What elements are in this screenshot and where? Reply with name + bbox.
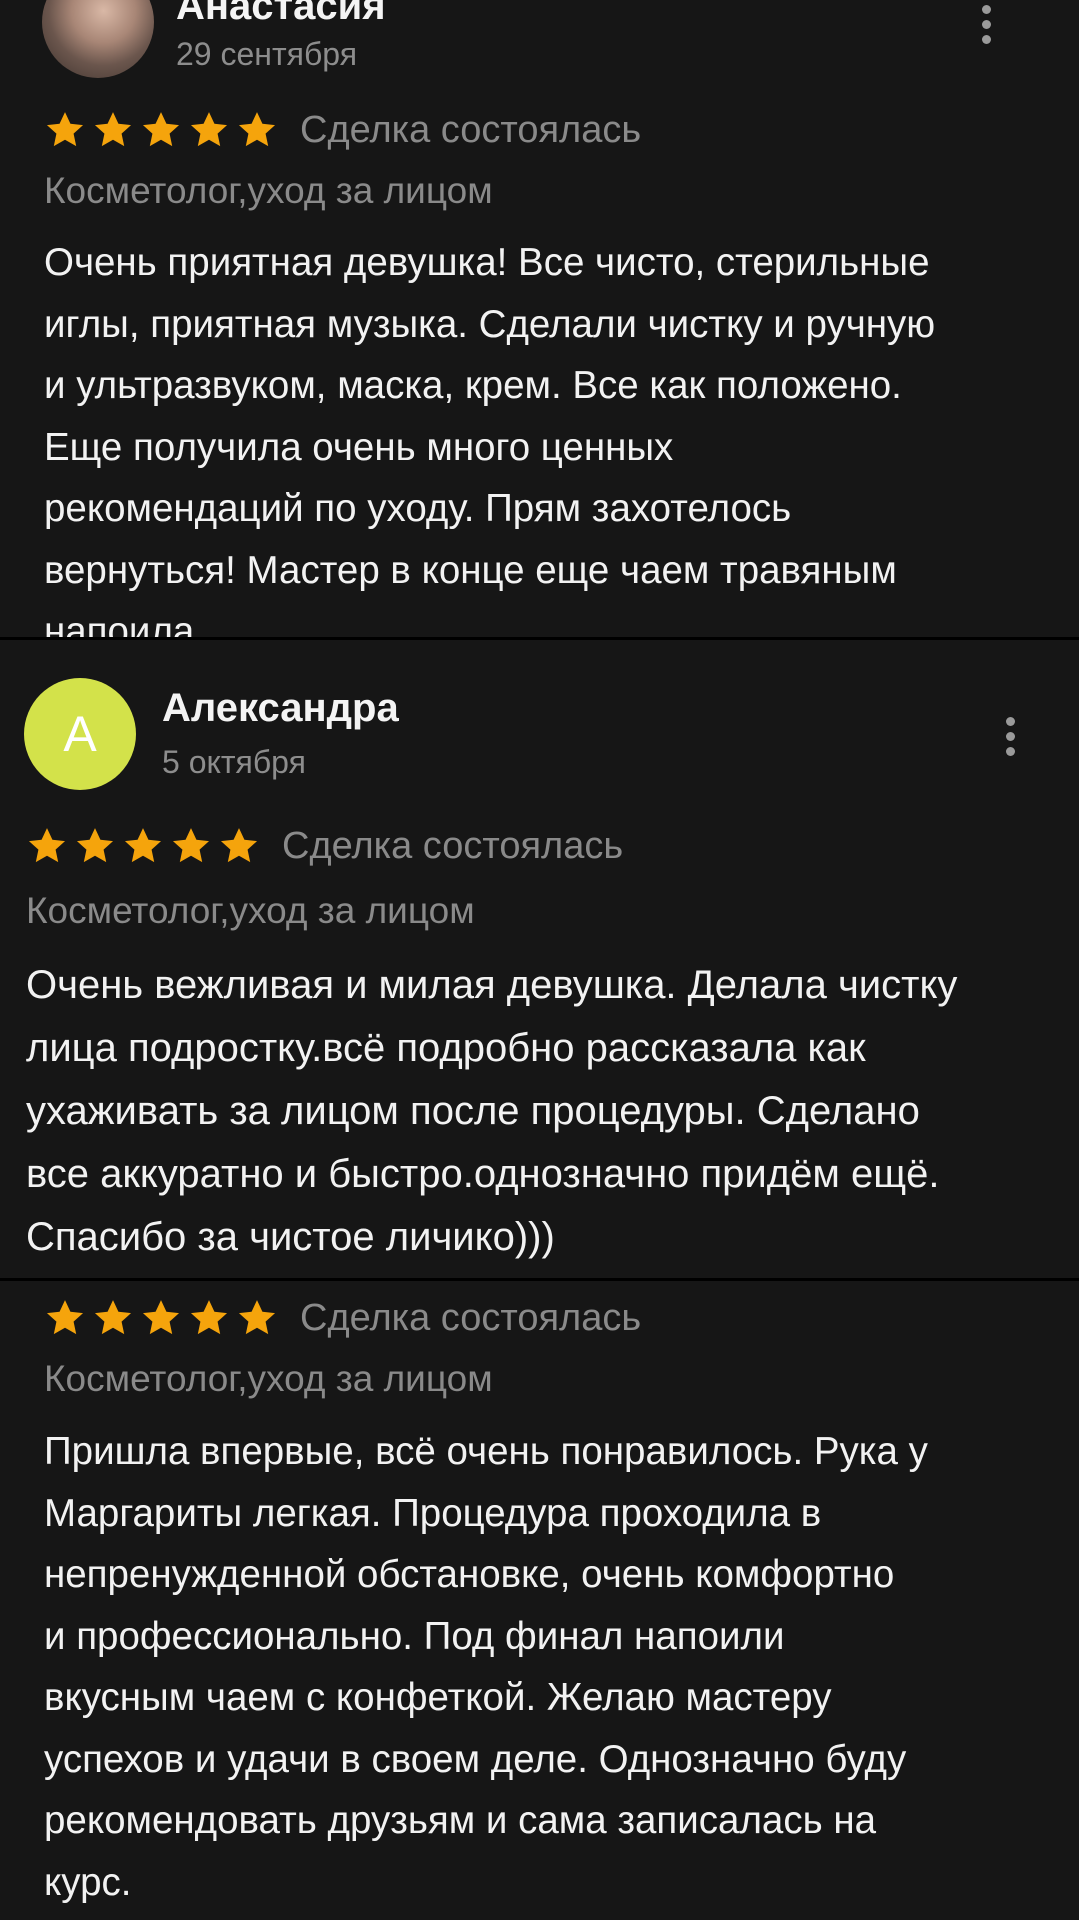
star-rating bbox=[44, 1297, 278, 1339]
review-text-line: вернуться! Мастер в конце еще чаем травя… bbox=[44, 548, 897, 592]
review-text-line: непренужденной обстановке, очень комфорт… bbox=[44, 1553, 895, 1596]
review-text-line: ухаживать за лицом после процедуры. Сдел… bbox=[26, 1089, 920, 1133]
review-text-line: все аккуратно и быстро.однозначно придём… bbox=[26, 1152, 940, 1196]
star-icon bbox=[46, 112, 84, 147]
star-icon bbox=[28, 828, 66, 863]
review-text-line: рекомендаций по уходу. Прям захотелось bbox=[44, 487, 792, 530]
star-icon bbox=[238, 1300, 276, 1335]
star-rating bbox=[44, 109, 278, 151]
service-name: Косметолог,уход за лицом bbox=[44, 1358, 493, 1399]
star-icon bbox=[142, 1300, 180, 1335]
review-text-line: напоила bbox=[44, 610, 195, 637]
review-text-line: Очень вежливая и милая девушка. Делала ч… bbox=[26, 963, 958, 1007]
star-icon bbox=[124, 828, 162, 863]
avatar-letter: А bbox=[63, 706, 97, 762]
review-text: Очень вежливая и милая девушка. Делала ч… bbox=[26, 954, 957, 1269]
star-icon bbox=[94, 1300, 132, 1335]
star-icon bbox=[220, 828, 258, 863]
review-text-line: Маргариты легкая. Процедура проходила в bbox=[44, 1491, 822, 1535]
star-icon bbox=[190, 1300, 228, 1335]
review-date: 29 сентября bbox=[176, 36, 358, 72]
more-vertical-icon[interactable] bbox=[966, 0, 1006, 52]
deal-status: Сделка состоялась bbox=[282, 824, 624, 867]
rating-row: Сделка состоялась bbox=[44, 105, 641, 155]
service-name: Косметолог,уход за лицом bbox=[26, 890, 475, 931]
review-text-line: рекомендовать друзьям и сама записалась … bbox=[44, 1799, 876, 1842]
review-text: Очень приятная девушка! Все чисто, стери… bbox=[44, 232, 935, 637]
star-rating bbox=[26, 825, 260, 867]
service-name: Косметолог,уход за лицом bbox=[44, 170, 493, 211]
star-icon bbox=[76, 828, 114, 863]
deal-status: Сделка состоялась bbox=[300, 1296, 642, 1339]
rating-row: Сделка состоялась bbox=[44, 1293, 641, 1343]
star-icon bbox=[238, 112, 276, 147]
author-name: Анастасия bbox=[176, 0, 386, 28]
star-icon bbox=[190, 112, 228, 147]
review-text-line: иглы, приятная музыка. Сделали чистку и … bbox=[44, 302, 936, 346]
review-text: Пришла впервые, всё очень понравилось. Р… bbox=[44, 1421, 928, 1913]
avatar[interactable] bbox=[42, 0, 154, 78]
rating-row: Сделка состоялась bbox=[26, 821, 623, 871]
deal-status: Сделка состоялась bbox=[300, 108, 642, 151]
review-text-line: Спасибо за чистое личико))) bbox=[26, 1215, 555, 1259]
star-icon bbox=[46, 1300, 84, 1335]
star-icon bbox=[172, 828, 210, 863]
review-text-line: успехов и удачи в своем деле. Однозначно… bbox=[44, 1737, 907, 1781]
review-text-line: лица подростку.всё подробно рассказала к… bbox=[26, 1026, 866, 1070]
review-text-line: курс. bbox=[44, 1860, 132, 1904]
more-vertical-icon[interactable] bbox=[990, 708, 1030, 764]
author-name: Александра bbox=[162, 686, 399, 730]
review-text-line: и профессионально. Под финал напоили bbox=[44, 1614, 785, 1658]
review-card: Анастасия 29 сентября Сделка состоялась … bbox=[0, 0, 1079, 637]
review-text-line: вкусным чаем с конфеткой. Желаю мастеру bbox=[44, 1676, 832, 1719]
review-card: А Александра 5 октября Сделка состоялась… bbox=[0, 640, 1079, 1278]
review-text-line: Пришла впервые, всё очень понравилось. Р… bbox=[44, 1430, 928, 1473]
review-date: 5 октября bbox=[162, 744, 306, 780]
review-text-line: Еще получила очень много ценных bbox=[44, 425, 674, 469]
star-icon bbox=[94, 112, 132, 147]
avatar[interactable]: А bbox=[24, 678, 136, 790]
review-card: Сделка состоялась Косметолог,уход за лиц… bbox=[0, 1281, 1079, 1920]
star-icon bbox=[142, 112, 180, 147]
review-text-line: Очень приятная девушка! Все чисто, стери… bbox=[44, 241, 930, 284]
review-text-line: и ультразвуком, маска, крем. Все как пол… bbox=[44, 364, 902, 407]
